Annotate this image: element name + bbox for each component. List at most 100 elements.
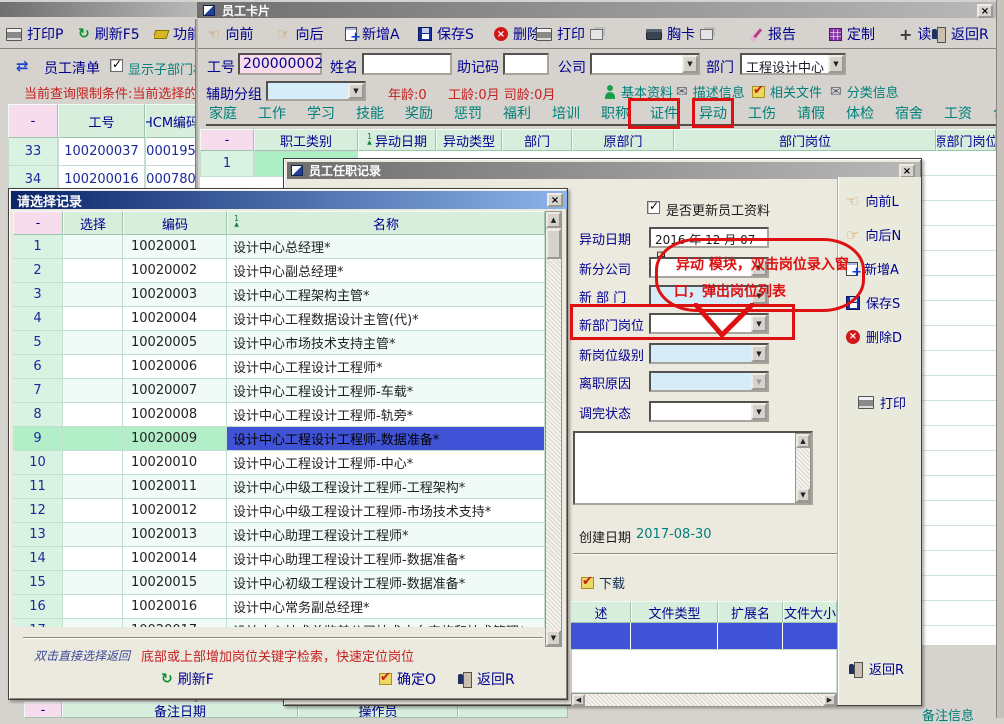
tab-item[interactable]: 异动 bbox=[696, 102, 730, 124]
desc-info-link[interactable]: 描述信息 bbox=[676, 82, 745, 101]
file-grid-header-size[interactable]: 文件大小 bbox=[783, 601, 837, 623]
chevron-down-icon[interactable] bbox=[751, 345, 767, 362]
left-grid-header-hcm[interactable]: HCM编码 bbox=[145, 104, 197, 138]
row-select-cell[interactable] bbox=[63, 571, 123, 595]
record-delete-button[interactable]: 删除D bbox=[846, 327, 902, 346]
nav-prev-button[interactable]: 向前 bbox=[207, 24, 253, 44]
scroll-down-icon[interactable]: ▼ bbox=[796, 488, 810, 502]
functions-button[interactable]: 功能O bbox=[154, 24, 196, 44]
row-number[interactable]: 8 bbox=[13, 403, 63, 427]
tab-item[interactable]: 宿舍 bbox=[892, 102, 926, 124]
select-grid-header-code[interactable]: 编码 bbox=[123, 211, 227, 235]
row-number[interactable]: 2 bbox=[13, 259, 63, 283]
row-code[interactable]: 10020014 bbox=[123, 547, 227, 571]
move-grid-header-dept[interactable]: 部门 bbox=[502, 129, 572, 151]
tab-item[interactable]: 学习 bbox=[304, 102, 338, 124]
row-code[interactable]: 10020009 bbox=[123, 427, 227, 451]
row-code[interactable]: 10020013 bbox=[123, 523, 227, 547]
tab-item[interactable]: 家庭 bbox=[206, 102, 240, 124]
tab-item[interactable]: 职称 bbox=[598, 102, 632, 124]
dept-dropdown[interactable]: 工程设计中心 bbox=[740, 53, 846, 75]
row-select-cell[interactable] bbox=[63, 235, 123, 259]
row-select-cell[interactable] bbox=[63, 355, 123, 379]
main-back-button[interactable]: 返回R bbox=[931, 24, 989, 44]
row-select-cell[interactable] bbox=[63, 547, 123, 571]
row-code[interactable]: 10020011 bbox=[123, 475, 227, 499]
tab-item[interactable]: 培训 bbox=[549, 102, 583, 124]
move-grid-header-type[interactable]: 职工类别 bbox=[254, 129, 358, 151]
scroll-up-icon[interactable]: ▲ bbox=[796, 434, 810, 448]
leave-reason-dropdown[interactable] bbox=[649, 371, 769, 392]
list-item[interactable]: 6 10020006 设计中心工程设计工程师* bbox=[13, 355, 545, 379]
left-grid-header-empno[interactable]: 工号 bbox=[58, 104, 145, 138]
row-name[interactable]: 设计中心副总经理* bbox=[227, 259, 545, 283]
main-window-close-icon[interactable] bbox=[977, 4, 993, 18]
delete-button[interactable]: 删除 bbox=[494, 24, 541, 44]
employee-list-button[interactable] bbox=[16, 57, 29, 75]
list-item[interactable]: 12 10020012 设计中心中级工程设计工程师-市场技术支持* bbox=[13, 499, 545, 523]
select-ok-button[interactable]: 确定O bbox=[379, 669, 436, 689]
row-name[interactable]: 设计中心常务副总经理* bbox=[227, 595, 545, 619]
move-grid-header-date[interactable]: 异动日期 bbox=[358, 129, 436, 151]
list-item[interactable]: 2 10020002 设计中心副总经理* bbox=[13, 259, 545, 283]
row-select-cell[interactable] bbox=[63, 427, 123, 451]
row-code[interactable]: 10020012 bbox=[123, 499, 227, 523]
aux-group-dropdown[interactable] bbox=[266, 81, 366, 101]
chevron-down-icon[interactable] bbox=[682, 55, 698, 73]
row-number[interactable]: 9 bbox=[13, 427, 63, 451]
tab-item[interactable]: 工作 bbox=[255, 102, 289, 124]
scroll-up-icon[interactable]: ▲ bbox=[546, 212, 561, 228]
list-item[interactable]: 5 10020005 设计中心市场技术支持主管* bbox=[13, 331, 545, 355]
company-dropdown[interactable] bbox=[590, 53, 700, 75]
row-code[interactable]: 10020003 bbox=[123, 283, 227, 307]
row-code[interactable]: 10020017 bbox=[123, 619, 227, 627]
row-number[interactable]: 3 bbox=[13, 283, 63, 307]
move-grid-header-origpost[interactable]: 原部门岗位 bbox=[936, 129, 996, 151]
file-grid-header-type[interactable]: 文件类型 bbox=[631, 601, 718, 623]
row-select-cell[interactable] bbox=[63, 619, 123, 627]
tab-item[interactable]: 奖励 bbox=[402, 102, 436, 124]
record-prev-button[interactable]: 向前L bbox=[846, 191, 899, 210]
file-grid-hscrollbar[interactable]: ◀ ▶ bbox=[571, 693, 837, 707]
row-name[interactable]: 设计中心市场技术支持主管* bbox=[227, 331, 545, 355]
scrollbar-thumb[interactable] bbox=[546, 229, 561, 259]
row-select-cell[interactable] bbox=[63, 379, 123, 403]
row-select-cell[interactable] bbox=[63, 451, 123, 475]
row-number[interactable]: 17 bbox=[13, 619, 63, 627]
select-dialog-close-icon[interactable] bbox=[547, 193, 563, 207]
row-name[interactable]: 设计中心工程架构主管* bbox=[227, 283, 545, 307]
move-grid-header-origdept[interactable]: 原部门 bbox=[572, 129, 674, 151]
row-code[interactable]: 10020010 bbox=[123, 451, 227, 475]
row-select-cell[interactable] bbox=[63, 283, 123, 307]
row-code[interactable]: 10020008 bbox=[123, 403, 227, 427]
scroll-left-icon[interactable]: ◀ bbox=[572, 694, 585, 706]
row-number[interactable]: 1 bbox=[13, 235, 63, 259]
emp-no-field[interactable]: 200000002 bbox=[238, 53, 322, 75]
row-select-cell[interactable] bbox=[63, 331, 123, 355]
tab-item[interactable]: 技能 bbox=[353, 102, 387, 124]
row-name[interactable]: 设计中心工程设计工程师-数据准备* bbox=[227, 427, 545, 451]
new-post-level-dropdown[interactable] bbox=[649, 343, 769, 364]
select-grid-scrollbar[interactable]: ▲ ▼ bbox=[545, 211, 562, 647]
chevron-down-icon[interactable] bbox=[348, 83, 364, 99]
record-back-button[interactable]: 返回R bbox=[848, 659, 904, 678]
customize-button[interactable]: 定制 bbox=[829, 24, 875, 44]
select-refresh-button[interactable]: 刷新F bbox=[161, 669, 214, 689]
file-grid-header-ext[interactable]: 扩展名 bbox=[718, 601, 783, 623]
tab-item[interactable]: 福利 bbox=[500, 102, 534, 124]
row-number[interactable]: 7 bbox=[13, 379, 63, 403]
row-name[interactable]: 设计中心中级工程设计工程师-工程架构* bbox=[227, 475, 545, 499]
tab-item[interactable]: 体检 bbox=[843, 102, 877, 124]
row-number[interactable]: 4 bbox=[13, 307, 63, 331]
row-code[interactable]: 10020005 bbox=[123, 331, 227, 355]
row-code[interactable]: 10020001 bbox=[123, 235, 227, 259]
row-code[interactable]: 10020007 bbox=[123, 379, 227, 403]
list-item[interactable]: 9 10020009 设计中心工程设计工程师-数据准备* bbox=[13, 427, 545, 451]
transfer-status-dropdown[interactable] bbox=[649, 401, 769, 422]
row-name[interactable]: 设计中心助理工程设计工程师-数据准备* bbox=[227, 547, 545, 571]
row-number[interactable]: 12 bbox=[13, 499, 63, 523]
tab-item[interactable]: 惩罚 bbox=[451, 102, 485, 124]
download-button[interactable]: 下载 bbox=[581, 573, 625, 592]
list-item[interactable]: 11 10020011 设计中心中级工程设计工程师-工程架构* bbox=[13, 475, 545, 499]
record-next-button[interactable]: 向后N bbox=[846, 225, 901, 244]
